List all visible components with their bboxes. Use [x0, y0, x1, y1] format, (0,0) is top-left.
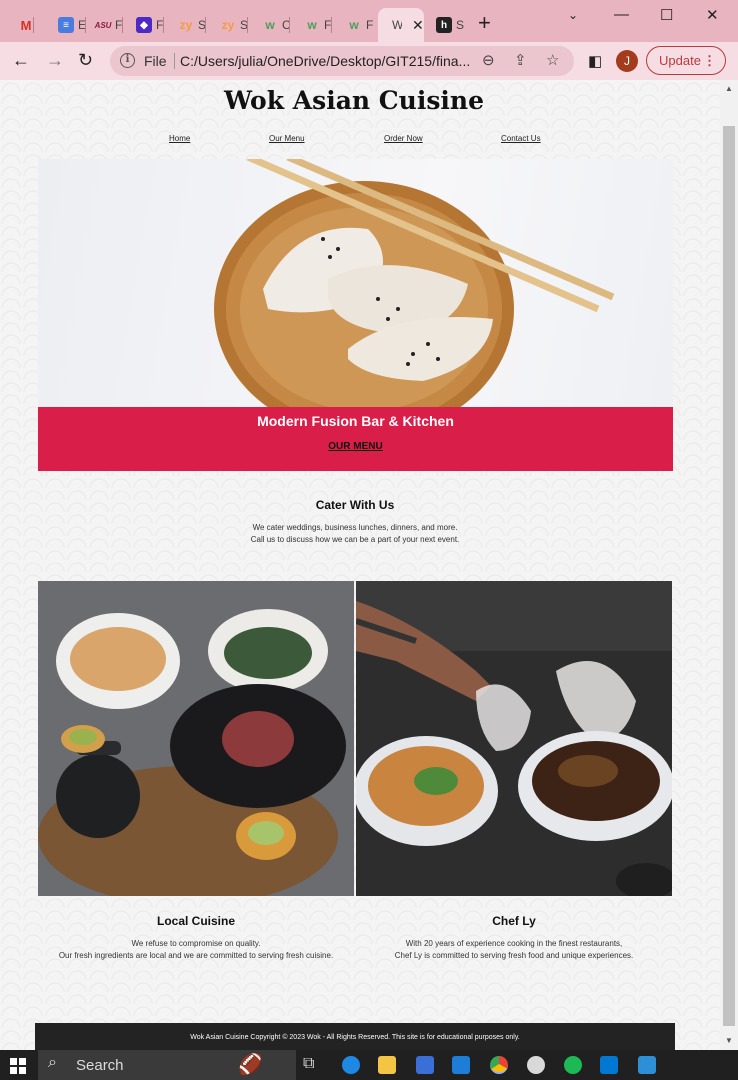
- docs-icon: ≡: [58, 17, 74, 33]
- info-icon[interactable]: i: [120, 53, 135, 68]
- hu-icon: h: [436, 17, 452, 33]
- zoom-icon[interactable]: ⊖: [482, 51, 495, 69]
- tab-docs[interactable]: ≡ E: [46, 8, 86, 42]
- taskbar-search-box[interactable]: ⌕ Search 🏈: [38, 1050, 296, 1080]
- chef-line-1: With 20 years of experience cooking in t…: [405, 939, 623, 948]
- gmail-icon: M: [20, 17, 32, 33]
- tab-wok-active[interactable]: W ✕: [378, 8, 424, 42]
- nav-home[interactable]: Home: [169, 134, 190, 143]
- discord-icon[interactable]: [527, 1056, 545, 1074]
- maximize-icon[interactable]: ☐: [660, 6, 673, 24]
- profile-avatar[interactable]: J: [616, 50, 638, 72]
- task-view-icon[interactable]: ⧉: [303, 1055, 314, 1073]
- tab-hu[interactable]: h S: [424, 8, 464, 42]
- cater-heading: Cater With Us: [315, 498, 395, 512]
- w3schools-icon: w: [265, 18, 275, 32]
- close-window-icon[interactable]: ✕: [706, 6, 719, 24]
- taskbar-search-label: Search: [76, 1057, 124, 1074]
- zy-icon: zy: [221, 18, 235, 32]
- url-scheme: File: [144, 53, 167, 69]
- back-arrow-icon[interactable]: ←: [12, 50, 30, 70]
- update-button[interactable]: Update ⋮: [646, 46, 726, 75]
- tab-title: W: [392, 18, 402, 32]
- url-text[interactable]: C:/Users/julia/OneDrive/Desktop/GIT215/f…: [180, 53, 480, 69]
- spotify-icon[interactable]: [564, 1056, 582, 1074]
- tab-asu[interactable]: ASU F: [83, 8, 123, 42]
- tab-zy-2[interactable]: zy S: [208, 8, 248, 42]
- file-explorer-icon[interactable]: [378, 1056, 396, 1074]
- forward-arrow-icon[interactable]: →: [46, 50, 64, 70]
- update-label: Update: [659, 53, 701, 68]
- store-icon[interactable]: [416, 1056, 434, 1074]
- chef-ly-image: [356, 581, 672, 896]
- address-bar[interactable]: i File C:/Users/julia/OneDrive/Desktop/G…: [110, 46, 574, 76]
- dumplings-illustration: [214, 159, 615, 407]
- local-line-2: Our fresh ingredients are local and we a…: [58, 951, 334, 960]
- browser-toolbar: ← → ↻ i File C:/Users/julia/OneDrive/Des…: [0, 42, 738, 80]
- w3schools-icon: w: [307, 18, 317, 32]
- page-scrollbar[interactable]: ▲ ▼: [720, 80, 738, 1050]
- banner-tagline: Modern Fusion Bar & Kitchen: [257, 413, 454, 429]
- rice-bowls-illustration: [38, 581, 354, 896]
- tab-w3schools-3[interactable]: w F: [334, 8, 374, 42]
- vscode-icon[interactable]: [600, 1056, 618, 1074]
- scrollbar-thumb[interactable]: [723, 126, 735, 1026]
- nav-order-now[interactable]: Order Now: [384, 134, 423, 143]
- cater-line-2: Call us to discuss how we can be a part …: [250, 535, 460, 544]
- reload-icon[interactable]: ↻: [78, 50, 93, 70]
- scroll-up-icon[interactable]: ▲: [725, 84, 733, 93]
- tab-gmail[interactable]: M: [6, 8, 34, 42]
- chrome-icon[interactable]: [490, 1056, 508, 1074]
- menu-dots-icon[interactable]: ⋮: [703, 47, 716, 74]
- new-tab-icon[interactable]: +: [478, 12, 491, 34]
- site-footer: Wok Asian Cuisine Copyright © 2023 Wok -…: [35, 1023, 675, 1050]
- mail-icon[interactable]: [452, 1056, 470, 1074]
- tab-title: S: [456, 18, 464, 32]
- bookmark-star-icon[interactable]: ☆: [546, 51, 559, 69]
- local-line-1: We refuse to compromise on quality.: [131, 939, 261, 948]
- site-title: Wok Asian Cuisine: [223, 86, 484, 115]
- nav-contact-us[interactable]: Contact Us: [501, 134, 541, 143]
- edge-icon[interactable]: [342, 1056, 360, 1074]
- asu-icon: ASU: [95, 17, 111, 33]
- our-menu-link[interactable]: OUR MENU: [38, 441, 673, 452]
- local-cuisine-image: [38, 581, 354, 896]
- football-widget-icon[interactable]: 🏈: [238, 1052, 263, 1077]
- cater-line-1: We cater weddings, business lunches, din…: [252, 523, 458, 532]
- photos-icon[interactable]: [638, 1056, 656, 1074]
- windows-taskbar: ⌕ Search 🏈 ⧉: [0, 1050, 738, 1080]
- close-tab-icon[interactable]: ✕: [412, 17, 424, 34]
- page-viewport: Wok Asian Cuisine Home Our Menu Order No…: [0, 80, 720, 1050]
- zybooks-icon: ◆: [136, 17, 152, 33]
- tab-search-chevron-icon[interactable]: ⌄: [568, 8, 578, 22]
- ramen-chef-illustration: [356, 581, 672, 896]
- tab-title: F: [366, 18, 374, 32]
- browser-tab-strip: M ≡ E ASU F ◆ F zy S zy S w C w F w F W …: [0, 0, 738, 42]
- tab-w3schools[interactable]: w C: [250, 8, 290, 42]
- tab-zybooks[interactable]: ◆ F: [124, 8, 164, 42]
- search-icon: ⌕: [48, 1054, 57, 1071]
- hero-banner: Modern Fusion Bar & Kitchen OUR MENU: [38, 407, 673, 471]
- local-cuisine-heading: Local Cuisine: [156, 914, 236, 928]
- share-icon[interactable]: ⇪: [514, 51, 527, 69]
- w3schools-icon: w: [349, 18, 359, 32]
- scroll-down-icon[interactable]: ▼: [725, 1036, 733, 1045]
- minimize-icon[interactable]: —: [614, 6, 629, 23]
- zy-icon: zy: [179, 18, 193, 32]
- side-panel-icon[interactable]: ◧: [588, 52, 602, 70]
- hero-dumplings-image: [38, 159, 673, 407]
- chef-line-2: Chef Ly is committed to serving fresh fo…: [394, 951, 634, 960]
- tab-zy[interactable]: zy S: [166, 8, 206, 42]
- nav-our-menu[interactable]: Our Menu: [269, 134, 305, 143]
- chef-heading: Chef Ly: [492, 914, 536, 928]
- tab-w3schools-2[interactable]: w F: [292, 8, 332, 42]
- windows-start-icon[interactable]: [10, 1058, 26, 1074]
